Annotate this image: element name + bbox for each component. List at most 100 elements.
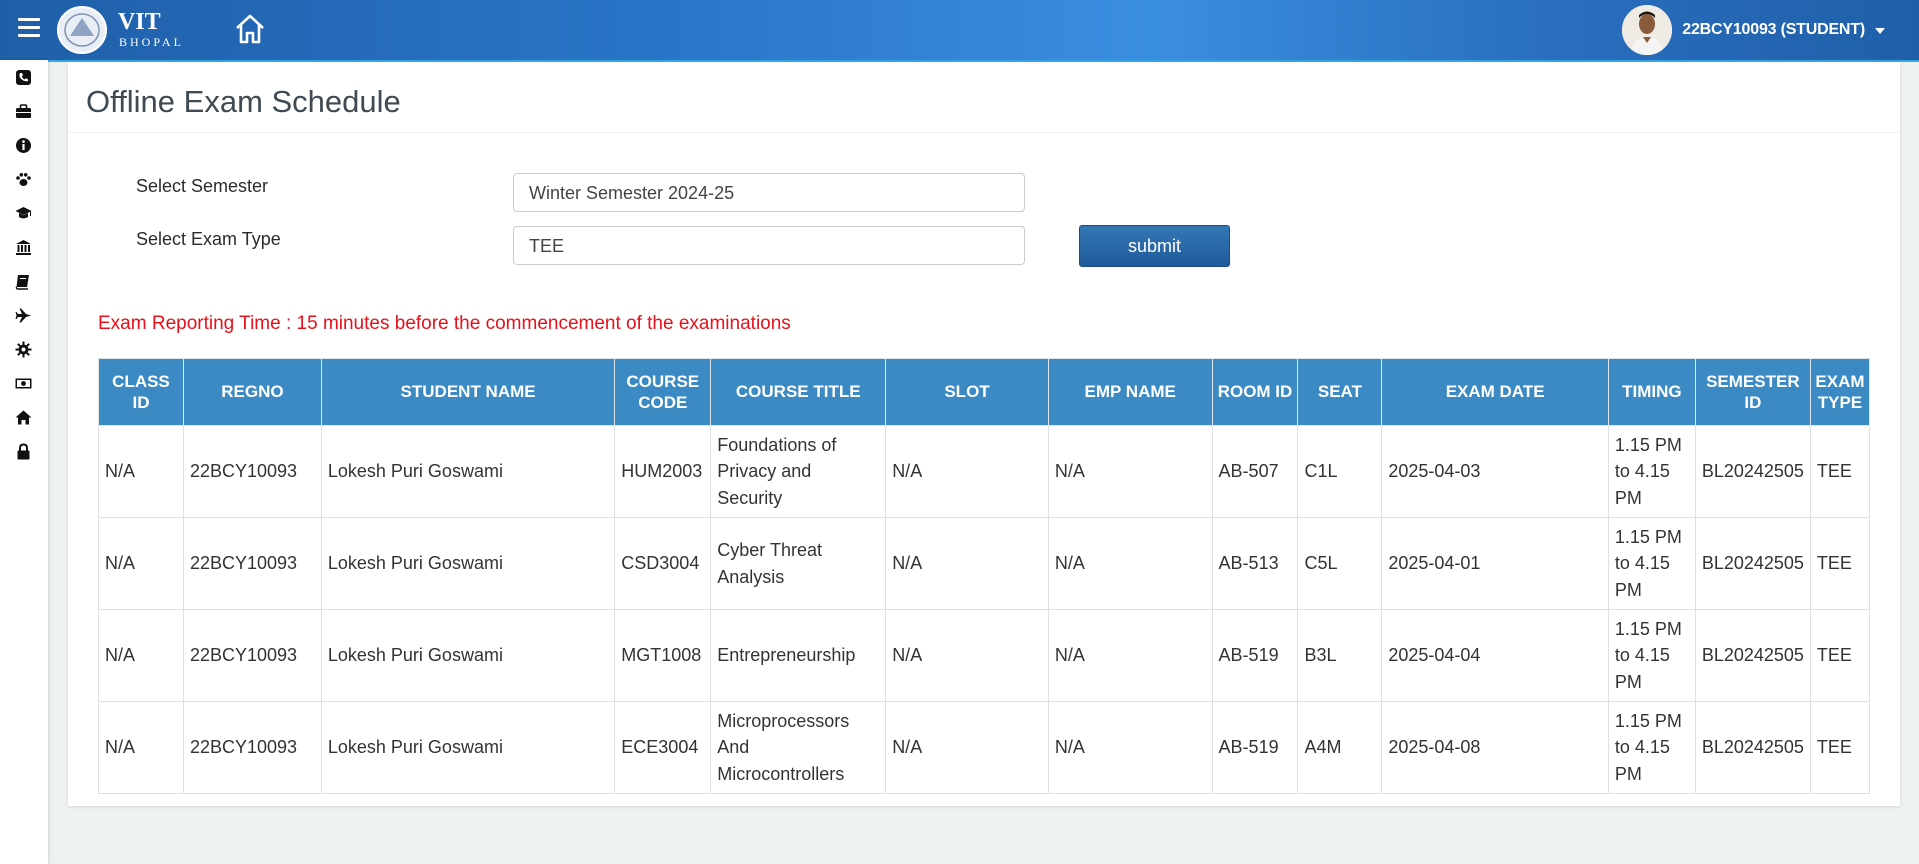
table-cell: BL20242505: [1694, 425, 1811, 518]
table-cell: N/A: [885, 701, 1049, 794]
info-icon[interactable]: [15, 137, 32, 154]
table-cell: 2025-04-01: [1381, 517, 1609, 610]
exam-schedule-table: CLASS ID REGNO STUDENT NAME COURSE CODE …: [98, 358, 1871, 794]
phone-icon[interactable]: [15, 69, 32, 86]
book-icon[interactable]: [15, 273, 32, 290]
table-cell: AB-513: [1211, 517, 1299, 610]
table-cell: 22BCY10093: [182, 517, 322, 610]
table-cell: AB-519: [1211, 701, 1299, 794]
table-cell: A4M: [1297, 701, 1383, 794]
column-header[interactable]: SEMESTER ID: [1694, 358, 1811, 426]
exam-type-label: Select Exam Type: [136, 229, 281, 249]
column-header[interactable]: REGNO: [182, 358, 322, 426]
table-row: N/A 22BCY10093 Lokesh Puri Goswami ECE30…: [98, 701, 1871, 794]
column-header[interactable]: SEAT: [1297, 358, 1383, 426]
top-navbar: VIT BHOPAL 22BCY10093 (STUDENT): [0, 0, 1919, 60]
table-row: N/A 22BCY10093 Lokesh Puri Goswami CSD30…: [98, 517, 1871, 610]
money-icon[interactable]: [15, 375, 32, 392]
table-cell: C1L: [1297, 425, 1383, 518]
table-cell: 2025-04-04: [1381, 609, 1609, 702]
submit-button[interactable]: submit: [1079, 225, 1230, 267]
table-cell: Microprocessors And Microcontrollers: [710, 701, 887, 794]
table-cell: 1.15 PM to 4.15 PM: [1607, 517, 1696, 610]
bank-icon[interactable]: [15, 239, 32, 256]
table-cell: N/A: [98, 701, 184, 794]
table-cell: 2025-04-08: [1381, 701, 1609, 794]
table-cell: N/A: [1047, 609, 1213, 702]
table-cell: N/A: [98, 609, 184, 702]
table-cell: 22BCY10093: [182, 609, 322, 702]
table-cell: AB-519: [1211, 609, 1299, 702]
column-header[interactable]: EXAM TYPE: [1809, 358, 1871, 426]
table-header-row: CLASS ID REGNO STUDENT NAME COURSE CODE …: [98, 358, 1871, 426]
table-cell: 1.15 PM to 4.15 PM: [1607, 609, 1696, 702]
column-header[interactable]: TIMING: [1607, 358, 1696, 426]
column-header[interactable]: SLOT: [885, 358, 1049, 426]
table-cell: ECE3004: [614, 701, 712, 794]
column-header[interactable]: ROOM ID: [1211, 358, 1299, 426]
table-cell: N/A: [885, 425, 1049, 518]
table-cell: Lokesh Puri Goswami: [320, 701, 616, 794]
home-icon[interactable]: [15, 409, 32, 426]
table-cell: 22BCY10093: [182, 701, 322, 794]
table-cell: 2025-04-03: [1381, 425, 1609, 518]
table-cell: Lokesh Puri Goswami: [320, 609, 616, 702]
table-cell: 1.15 PM to 4.15 PM: [1607, 701, 1696, 794]
user-menu[interactable]: 22BCY10093 (STUDENT): [1622, 4, 1885, 56]
chevron-down-icon[interactable]: [1875, 28, 1885, 34]
avatar: [1622, 5, 1673, 55]
table-cell: Foundations of Privacy and Security: [710, 425, 887, 518]
table-cell: N/A: [98, 425, 184, 518]
reporting-time-text: 15 minutes before the commencement of th…: [291, 313, 791, 334]
briefcase-icon[interactable]: [15, 103, 32, 120]
table-cell: 22BCY10093: [182, 425, 322, 518]
table-cell: 1.15 PM to 4.15 PM: [1607, 425, 1696, 518]
table-cell: N/A: [1047, 701, 1213, 794]
graduation-cap-icon[interactable]: [15, 205, 32, 222]
table-cell: Entrepreneurship: [710, 609, 887, 702]
svg-text:VIT: VIT: [118, 9, 161, 35]
table-cell: BL20242505: [1694, 701, 1811, 794]
table-cell: HUM2003: [614, 425, 712, 518]
table-cell: Cyber Threat Analysis: [710, 517, 887, 610]
column-header[interactable]: CLASS ID: [98, 358, 184, 426]
table-cell: N/A: [98, 517, 184, 610]
table-cell: CSD3004: [614, 517, 712, 610]
lock-icon[interactable]: [15, 443, 32, 460]
exam-type-select[interactable]: TEE: [513, 226, 1025, 265]
plane-icon[interactable]: [15, 307, 32, 324]
menu-toggle-icon[interactable]: [18, 18, 40, 37]
column-header[interactable]: COURSE TITLE: [710, 358, 887, 426]
table-cell: BL20242505: [1694, 609, 1811, 702]
table-cell: AB-507: [1211, 425, 1299, 518]
table-row: N/A 22BCY10093 Lokesh Puri Goswami HUM20…: [98, 425, 1871, 518]
column-header[interactable]: COURSE CODE: [614, 358, 712, 426]
table-cell: N/A: [1047, 517, 1213, 610]
table-cell: B3L: [1297, 609, 1383, 702]
vit-bhopal-logo[interactable]: VIT BHOPAL: [56, 4, 206, 56]
gear-icon[interactable]: [15, 341, 32, 358]
table-cell: TEE: [1809, 609, 1871, 702]
table-cell: N/A: [885, 609, 1049, 702]
exam-reporting-notice: Exam Reporting Time : 15 minutes before …: [98, 313, 791, 335]
semester-select[interactable]: Winter Semester 2024-25: [513, 173, 1025, 212]
reporting-time-label: Exam Reporting Time :: [98, 313, 292, 334]
table-cell: N/A: [885, 517, 1049, 610]
page-title: Offline Exam Schedule: [86, 84, 401, 119]
card-header: Offline Exam Schedule: [68, 62, 1900, 133]
semester-label: Select Semester: [136, 176, 269, 196]
table-cell: TEE: [1809, 701, 1871, 794]
exam-schedule-card: Offline Exam Schedule Select Semester Wi…: [68, 62, 1900, 806]
table-cell: Lokesh Puri Goswami: [320, 425, 616, 518]
table-cell: N/A: [1047, 425, 1213, 518]
home-icon[interactable]: [234, 13, 266, 45]
table-cell: TEE: [1809, 425, 1871, 518]
sidebar: [0, 60, 48, 864]
svg-text:BHOPAL: BHOPAL: [119, 35, 184, 49]
user-name[interactable]: 22BCY10093 (STUDENT): [1682, 21, 1865, 39]
column-header[interactable]: STUDENT NAME: [320, 358, 616, 426]
table-cell: Lokesh Puri Goswami: [320, 517, 616, 610]
column-header[interactable]: EXAM DATE: [1381, 358, 1609, 426]
column-header[interactable]: EMP NAME: [1047, 358, 1213, 426]
paw-icon[interactable]: [15, 171, 32, 188]
